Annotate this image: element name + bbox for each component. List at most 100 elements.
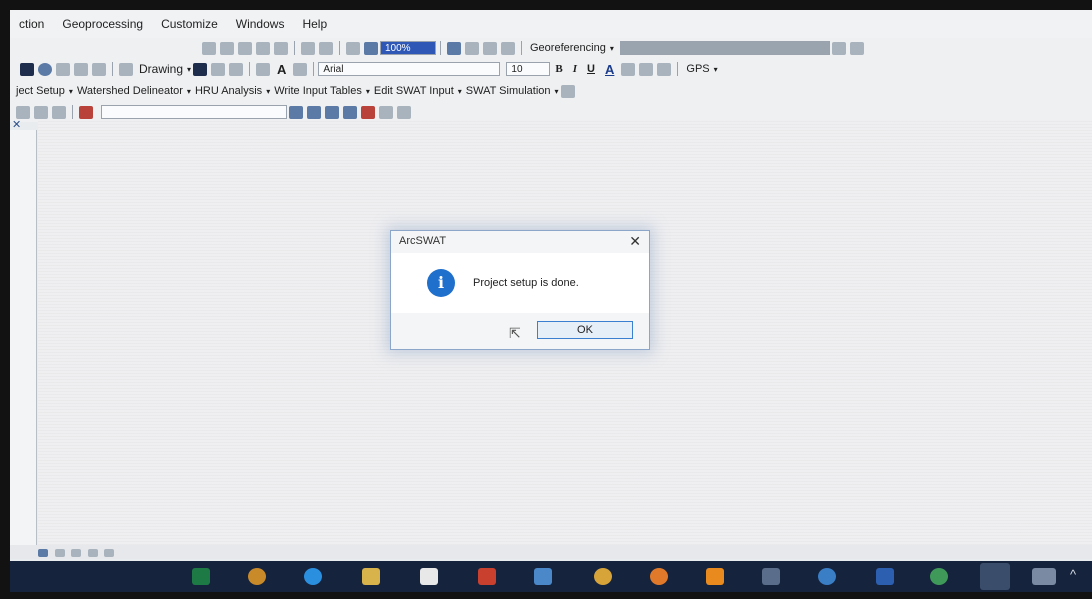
table-icon[interactable] — [465, 41, 479, 55]
identify-icon[interactable] — [38, 62, 52, 76]
zoom-percent-dropdown[interactable]: 100% — [380, 41, 436, 55]
rotate-icon[interactable] — [211, 62, 226, 76]
vlc-icon[interactable] — [706, 568, 724, 585]
gps-menu[interactable]: GPS — [686, 63, 709, 75]
italic-button[interactable]: I — [573, 63, 577, 75]
edit-pencil-icon[interactable] — [56, 62, 70, 76]
add-data-icon[interactable] — [79, 105, 93, 119]
keyboard-icon[interactable] — [1032, 568, 1056, 585]
globe-icon[interactable] — [818, 568, 836, 585]
pan-icon[interactable] — [238, 41, 252, 55]
python-window-icon[interactable] — [379, 105, 393, 119]
catalog-window-icon[interactable] — [325, 105, 339, 119]
menu-item-customize[interactable]: Customize — [152, 17, 227, 31]
dialog-close-icon[interactable]: ✕ — [629, 233, 641, 250]
menu-item-help[interactable]: Help — [293, 17, 336, 31]
info-icon: i — [427, 269, 455, 297]
swat-menu-write-input-tables[interactable]: Write Input Tables — [274, 85, 362, 97]
binoculars-icon[interactable] — [483, 41, 497, 55]
font-name-dropdown[interactable]: Arial — [318, 62, 501, 76]
georef-tool-icon[interactable] — [831, 41, 846, 55]
marker-color-icon[interactable] — [657, 62, 672, 76]
firefox-icon[interactable] — [650, 568, 668, 585]
select-features-icon[interactable] — [301, 41, 315, 55]
zoom-to-elements-icon[interactable] — [229, 62, 244, 76]
undo-icon[interactable] — [34, 105, 48, 119]
toolbar-row-4 — [10, 102, 1092, 122]
clear-selection-icon[interactable] — [319, 41, 333, 55]
edge-icon[interactable] — [304, 568, 322, 585]
layout-toggle-icon[interactable] — [447, 41, 461, 55]
search-window-icon[interactable] — [343, 105, 357, 119]
media-player-icon[interactable] — [762, 568, 780, 585]
catalog-icon[interactable] — [501, 41, 515, 55]
swat-toolbar: ject Setup ▾ Watershed Delineator ▾ HRU An… — [10, 80, 1092, 102]
ok-button[interactable]: OK — [537, 321, 633, 339]
editor-icon[interactable] — [289, 105, 303, 119]
excel-icon[interactable] — [192, 568, 210, 585]
menu-item-selection[interactable]: ction — [10, 17, 53, 31]
zoom-out-icon[interactable] — [220, 41, 234, 55]
font-color-button[interactable]: A — [605, 62, 614, 77]
toolbar-row-2: Drawing ▾ A Arial 10 B I U A GPS ▾ — [10, 58, 1092, 80]
swat-menu-swat-simulation[interactable]: SWAT Simulation — [466, 85, 551, 97]
georeferencing-layer-dropdown[interactable] — [619, 41, 830, 55]
bold-button[interactable]: B — [555, 63, 562, 75]
arcswat-dialog: ArcSWAT ✕ i Project setup is done. OK ⇱ — [390, 230, 650, 350]
toolbar-separator — [313, 62, 315, 76]
text-tool-button[interactable]: A — [277, 62, 286, 77]
chevron-down-icon: ▾ — [713, 64, 718, 74]
word-icon[interactable] — [876, 568, 894, 585]
model-builder-icon[interactable] — [397, 105, 411, 119]
menu-item-geoprocessing[interactable]: Geoprocessing — [53, 17, 152, 31]
zoom-in-icon[interactable] — [202, 41, 216, 55]
rectangle-icon[interactable] — [256, 62, 271, 76]
drawing-menu[interactable]: Drawing — [139, 62, 183, 76]
select-arrow-icon[interactable] — [20, 62, 34, 76]
data-view-icon[interactable] — [38, 548, 48, 557]
fixed-zoom-icon[interactable] — [274, 41, 288, 55]
refresh-icon[interactable] — [71, 548, 82, 557]
swat-menu-hru-analysis[interactable]: HRU Analysis — [195, 85, 262, 97]
chrome-icon[interactable] — [594, 568, 612, 585]
select-elements-icon[interactable] — [193, 62, 208, 76]
file-explorer-icon[interactable] — [362, 568, 380, 585]
underline-button[interactable]: U — [587, 63, 595, 75]
html-popup-icon[interactable] — [74, 62, 88, 76]
georef-tool-icon[interactable] — [849, 41, 864, 55]
menu-item-windows[interactable]: Windows — [227, 17, 294, 31]
fill-color-icon[interactable] — [621, 62, 636, 76]
chevron-down-icon: ▾ — [266, 86, 271, 96]
delete-icon[interactable] — [16, 105, 30, 119]
arcmap-active-icon[interactable] — [980, 563, 1010, 590]
pause-icon[interactable] — [87, 548, 98, 557]
chevron-up-icon[interactable]: ^ — [1070, 567, 1076, 582]
photos-icon[interactable] — [534, 568, 552, 585]
windows-taskbar: ^ — [10, 561, 1092, 592]
app-icon[interactable] — [248, 568, 266, 585]
scale-dropdown[interactable] — [101, 105, 287, 119]
measure-icon[interactable] — [92, 62, 106, 76]
scroll-left-icon[interactable] — [104, 548, 115, 557]
line-color-icon[interactable] — [639, 62, 654, 76]
arctoolbox-icon[interactable] — [361, 105, 375, 119]
layout-view-icon[interactable] — [54, 548, 65, 557]
swat-menu-watershed-delineator[interactable]: Watershed Delineator — [77, 85, 183, 97]
full-extent-icon[interactable] — [256, 41, 270, 55]
table-of-contents-icon[interactable] — [307, 105, 321, 119]
swat-menu-project-setup[interactable]: ject Setup — [16, 85, 65, 97]
font-size-dropdown[interactable]: 10 — [506, 62, 551, 76]
toolbar-separator — [112, 62, 113, 76]
redo-icon[interactable] — [52, 105, 66, 119]
page-zoom-icon[interactable] — [364, 41, 378, 55]
powerpoint-icon[interactable] — [478, 568, 496, 585]
page-layout-icon[interactable] — [346, 41, 360, 55]
toolbar-separator — [677, 62, 679, 76]
earth-icon[interactable] — [930, 568, 948, 585]
store-icon[interactable] — [420, 568, 438, 585]
swat-menu-edit-swat-input[interactable]: Edit SWAT Input — [374, 85, 454, 97]
georeferencing-menu[interactable]: Georeferencing — [530, 42, 606, 54]
toolbar-row-1: 100% Georeferencing ▾ — [10, 38, 1092, 58]
edit-vertices-icon[interactable] — [293, 62, 308, 76]
toolbar-separator — [521, 41, 522, 55]
